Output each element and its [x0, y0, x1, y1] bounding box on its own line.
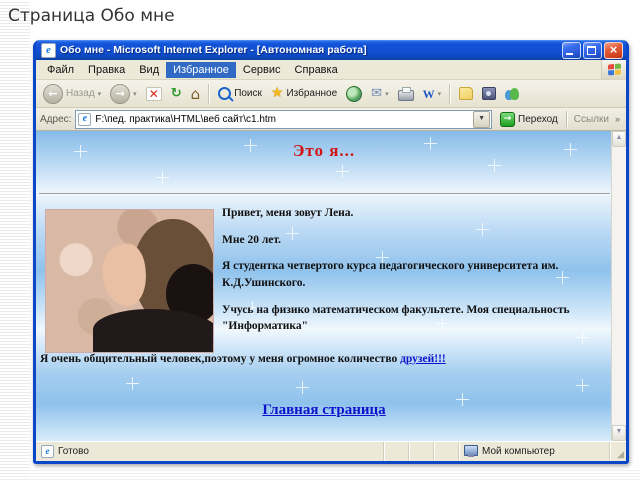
address-label: Адрес: [40, 113, 72, 125]
back-button[interactable]: ← Назад ▾ [40, 82, 104, 106]
menu-bar: Файл Правка Вид Избранное Сервис Справка [36, 60, 626, 80]
photo-shoulders [92, 309, 213, 352]
status-pane-empty [434, 442, 459, 461]
discuss-icon [459, 87, 474, 100]
slide-edge-stripes [0, 0, 30, 480]
forward-icon: → [110, 83, 131, 104]
friends-line: Я очень общительный человек,поэтому у ме… [40, 353, 606, 365]
paragraph-faculty: Учусь на физико математическом факультет… [222, 303, 570, 333]
forward-dropdown-icon[interactable]: ▾ [133, 90, 137, 98]
links-chevron-icon[interactable]: » [615, 114, 622, 124]
horizontal-rule [39, 193, 610, 195]
go-button[interactable]: → Переход [496, 111, 562, 128]
edit-button[interactable]: W ▾ [420, 86, 445, 102]
close-button[interactable] [604, 41, 623, 59]
portrait-photo [45, 209, 214, 353]
menu-tools[interactable]: Сервис [236, 62, 288, 78]
mail-dropdown-icon[interactable]: ▾ [385, 90, 389, 98]
friends-text: Я очень общительный человек,поэтому у ме… [40, 353, 401, 365]
address-dropdown-icon[interactable]: ▼ [473, 110, 491, 128]
favorites-label: Избранное [286, 88, 338, 99]
maximize-button[interactable] [583, 41, 602, 59]
windows-logo-icon [601, 60, 626, 79]
favorites-button[interactable]: ★ Избранное [268, 85, 340, 102]
status-bar: Готово Мой компьютер ◢ [36, 441, 626, 461]
status-text: Готово [58, 446, 89, 457]
minimize-button[interactable] [562, 41, 581, 59]
forward-button[interactable]: → ▾ [107, 82, 140, 106]
discuss-button[interactable] [456, 85, 476, 102]
search-icon [218, 87, 232, 100]
print-icon [397, 86, 414, 101]
links-label[interactable]: Ссылки [572, 114, 611, 125]
address-input-box[interactable]: ▼ [75, 109, 493, 129]
media-icon [482, 87, 497, 100]
stop-button[interactable]: ✕ [143, 85, 165, 103]
menu-edit[interactable]: Правка [81, 62, 132, 78]
window-title: Обо мне - Microsoft Internet Explorer - … [60, 44, 367, 56]
messenger-icon [505, 87, 520, 100]
status-pane-main: Готово [36, 442, 384, 461]
paragraph-university: Я студентка четвертого курса педагогичес… [222, 260, 559, 290]
address-page-icon [78, 112, 92, 126]
back-dropdown-icon[interactable]: ▾ [98, 90, 102, 98]
history-button[interactable] [343, 84, 365, 104]
scroll-up-icon[interactable]: ▲ [612, 131, 626, 147]
paragraph-age: Мне 20 лет. [222, 233, 282, 246]
status-pane-empty [409, 442, 434, 461]
back-label: Назад [66, 88, 95, 99]
edit-word-icon: W [422, 86, 435, 101]
mail-button[interactable]: ✉ ▾ [368, 86, 391, 102]
status-zone-pane: Мой компьютер [459, 442, 610, 461]
paragraph-greeting: Привет, меня зовут Лена. [222, 207, 354, 219]
home-page-link[interactable]: Главная страница [262, 402, 385, 418]
address-input[interactable] [95, 113, 474, 125]
address-bar: Адрес: ▼ → Переход Ссылки » [36, 108, 626, 131]
menu-file[interactable]: Файл [40, 62, 81, 78]
menu-view[interactable]: Вид [132, 62, 166, 78]
search-button[interactable]: Поиск [215, 85, 265, 102]
home-button[interactable]: ⌂ [188, 85, 204, 103]
history-icon [346, 85, 363, 102]
friends-link[interactable]: друзей!!! [400, 353, 446, 365]
toolbar: ← Назад ▾ → ▾ ✕ ↻ ⌂ Поиск ★ Избранное ✉ … [36, 80, 626, 108]
menu-help[interactable]: Справка [288, 62, 345, 78]
links-separator [565, 111, 568, 127]
zone-text: Мой компьютер [482, 446, 555, 457]
status-page-icon [41, 445, 54, 458]
home-line: Главная страница [36, 401, 612, 419]
slide-bottom-stripes [0, 468, 640, 480]
edit-dropdown-icon[interactable]: ▾ [438, 90, 442, 98]
refresh-button[interactable]: ↻ [168, 85, 185, 102]
stop-icon: ✕ [145, 86, 162, 101]
title-bar[interactable]: Обо мне - Microsoft Internet Explorer - … [36, 40, 626, 60]
mail-icon: ✉ [371, 85, 383, 101]
about-paragraphs: Привет, меня зовут Лена. Мне 20 лет. Я с… [222, 205, 598, 345]
back-icon: ← [43, 83, 63, 104]
vertical-scrollbar[interactable]: ▲ ▼ [611, 131, 626, 441]
page-content: Это я... Привет, меня зовут Лена. Мне 20… [36, 131, 626, 441]
resize-grip[interactable]: ◢ [610, 442, 626, 461]
toolbar-separator [449, 83, 452, 104]
go-arrow-icon: → [500, 111, 516, 127]
messenger-button[interactable] [502, 86, 522, 102]
media-button[interactable] [479, 85, 499, 102]
ie-page-icon [41, 42, 56, 58]
scroll-down-icon[interactable]: ▼ [612, 425, 626, 441]
search-label: Поиск [234, 88, 262, 99]
browser-window: Обо мне - Microsoft Internet Explorer - … [33, 40, 629, 464]
go-label: Переход [518, 113, 558, 125]
print-button[interactable] [395, 85, 417, 103]
favorites-star-icon: ★ [270, 85, 284, 101]
home-icon: ⌂ [190, 84, 201, 103]
my-computer-icon [464, 445, 478, 457]
refresh-icon: ↻ [170, 86, 182, 101]
slide-title: Страница Обо мне [8, 6, 175, 26]
status-pane-empty [384, 442, 409, 461]
page-heading: Это я... [292, 141, 356, 160]
toolbar-separator [208, 83, 211, 104]
menu-favorites[interactable]: Избранное [166, 61, 236, 78]
